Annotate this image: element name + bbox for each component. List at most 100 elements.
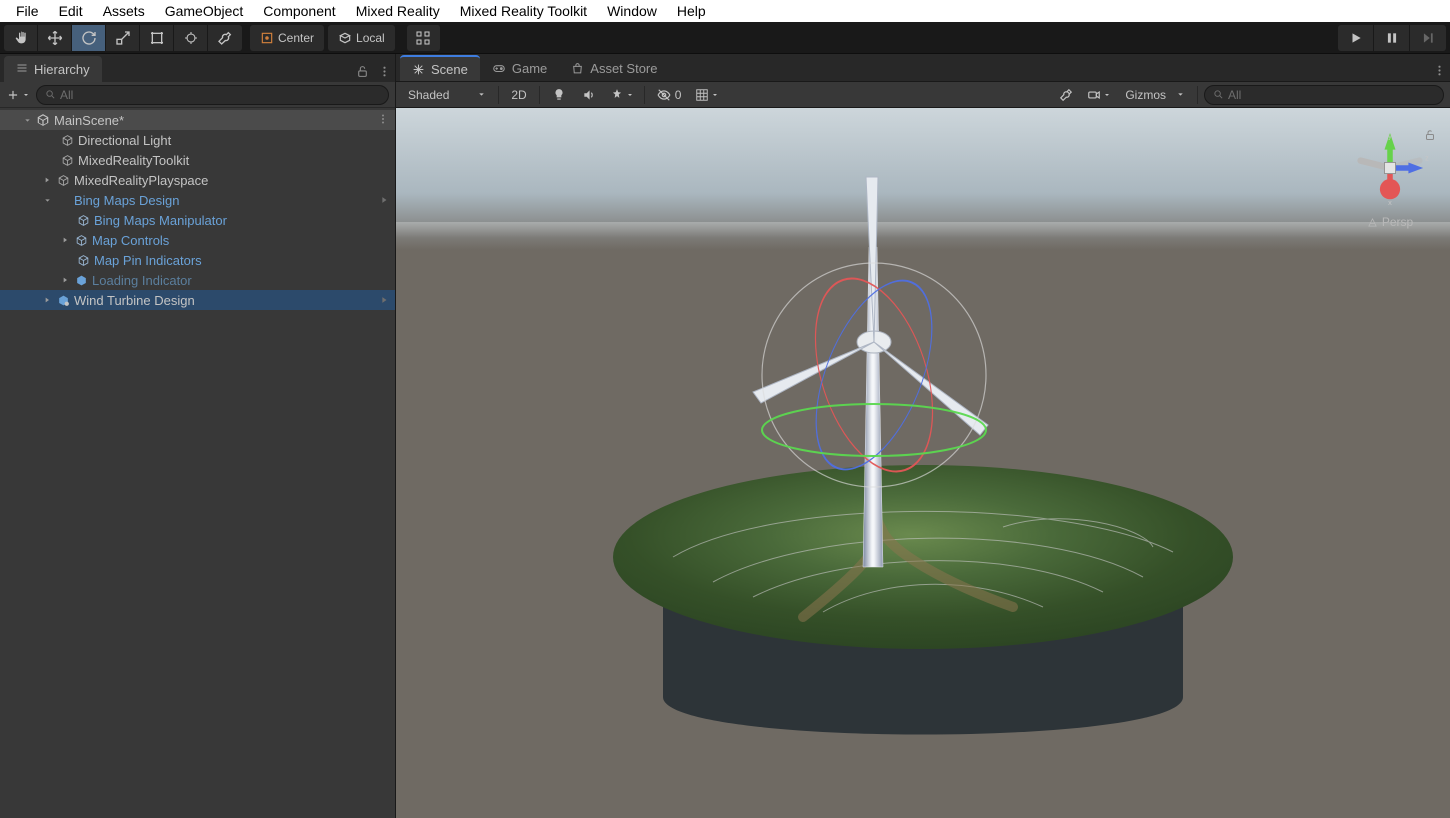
hierarchy-panel: Hierarchy All	[0, 54, 396, 818]
orientation-gizmo[interactable]: y z x Persp	[1344, 122, 1436, 229]
gizmos-label: Gizmos	[1125, 88, 1166, 102]
projection-toggle[interactable]: Persp	[1344, 215, 1436, 229]
menu-window[interactable]: Window	[597, 0, 667, 22]
rect-tool[interactable]	[140, 25, 174, 51]
tab-asset-store[interactable]: Asset Store	[559, 55, 669, 81]
hierarchy-item-wind-turbine[interactable]: Wind Turbine Design	[0, 290, 395, 310]
scene-view-panel: Scene Game Asset Store Shaded	[396, 54, 1450, 818]
hierarchy-item-map-pin-indicators[interactable]: Map Pin Indicators	[0, 250, 395, 270]
shading-mode-dropdown[interactable]: Shaded	[402, 84, 492, 106]
menu-help[interactable]: Help	[667, 0, 716, 22]
hierarchy-context[interactable]	[373, 60, 395, 82]
foldout-icon[interactable]	[58, 276, 72, 284]
hierarchy-lock[interactable]	[351, 60, 373, 82]
menu-mixed-reality[interactable]: Mixed Reality	[346, 0, 450, 22]
cube-icon	[74, 214, 92, 227]
scale-tool[interactable]	[106, 25, 140, 51]
persp-icon	[1367, 217, 1378, 228]
lock-open-icon	[356, 65, 369, 78]
hierarchy-tree: MainScene* Directional Light MixedRealit…	[0, 108, 395, 818]
rotate-icon	[81, 30, 97, 46]
cube-icon	[58, 154, 76, 167]
scene-row[interactable]: MainScene*	[0, 110, 395, 130]
wrench-icon	[217, 30, 233, 46]
grid-icon	[695, 88, 709, 102]
scene-toolbar: Shaded 2D 0 Gizmos	[396, 82, 1450, 108]
item-label: Wind Turbine Design	[72, 293, 195, 308]
search-icon	[45, 89, 56, 100]
tab-scene[interactable]: Scene	[400, 55, 480, 81]
scene-context[interactable]	[377, 113, 389, 128]
search-icon	[1213, 89, 1224, 100]
play-icon	[1349, 31, 1363, 45]
foldout-icon[interactable]	[58, 236, 72, 244]
scene-label: MainScene*	[52, 113, 124, 128]
pivot-toggle[interactable]: Center	[250, 25, 324, 51]
audio-icon	[582, 88, 596, 102]
menu-assets[interactable]: Assets	[93, 0, 155, 22]
camera-settings[interactable]	[1083, 84, 1115, 106]
hierarchy-item-bing-maps-manipulator[interactable]: Bing Maps Manipulator	[0, 210, 395, 230]
grid-snap-icon	[415, 30, 431, 46]
asset-store-icon	[571, 62, 584, 75]
hierarchy-item-mrtk[interactable]: MixedRealityToolkit	[0, 150, 395, 170]
handle-label: Local	[356, 31, 385, 45]
item-label: MixedRealityPlayspace	[72, 173, 208, 188]
hand-tool[interactable]	[4, 25, 38, 51]
menu-component[interactable]: Component	[253, 0, 345, 22]
hierarchy-tabbar: Hierarchy	[0, 54, 395, 82]
hierarchy-title: Hierarchy	[34, 62, 90, 77]
grid-toggle[interactable]	[691, 84, 723, 106]
tools-icon	[1059, 88, 1073, 102]
game-icon	[492, 61, 506, 75]
menu-gameobject[interactable]: GameObject	[155, 0, 254, 22]
play-button[interactable]	[1338, 25, 1374, 51]
menu-file[interactable]: File	[6, 0, 49, 22]
hierarchy-item-bing-maps-design[interactable]: Bing Maps Design	[0, 190, 395, 210]
create-object-button[interactable]	[6, 88, 30, 102]
hierarchy-tab[interactable]: Hierarchy	[4, 56, 102, 82]
foldout-icon[interactable]	[20, 116, 34, 125]
hidden-objects[interactable]: 0	[651, 84, 688, 106]
pause-button[interactable]	[1374, 25, 1410, 51]
scene-viewport[interactable]: y z x Persp	[396, 108, 1450, 818]
search-placeholder: All	[1228, 88, 1241, 102]
fx-toggle[interactable]	[606, 84, 638, 106]
hierarchy-item-loading-indicator[interactable]: Loading Indicator	[0, 270, 395, 290]
custom-tools[interactable]	[208, 25, 242, 51]
foldout-icon[interactable]	[40, 176, 54, 184]
prefab-open-icon[interactable]	[379, 293, 389, 308]
prefab-icon	[72, 274, 90, 287]
gizmos-dropdown[interactable]: Gizmos	[1119, 84, 1191, 106]
hierarchy-item-map-controls[interactable]: Map Controls	[0, 230, 395, 250]
toggle-2d[interactable]: 2D	[505, 84, 532, 106]
foldout-icon[interactable]	[40, 196, 54, 205]
prefab-variant-icon	[54, 294, 72, 307]
lighting-toggle[interactable]	[546, 84, 572, 106]
hierarchy-item-mr-playspace[interactable]: MixedRealityPlayspace	[0, 170, 395, 190]
step-button[interactable]	[1410, 25, 1446, 51]
tab-game[interactable]: Game	[480, 55, 559, 81]
chevron-down-icon	[1176, 90, 1185, 99]
snap-toggle[interactable]	[407, 25, 441, 51]
vertical-dots-icon	[378, 65, 391, 78]
tools-toggle[interactable]	[1053, 84, 1079, 106]
scene-context[interactable]	[1428, 59, 1450, 81]
handle-rotation-toggle[interactable]: Local	[328, 25, 395, 51]
move-tool[interactable]	[38, 25, 72, 51]
audio-toggle[interactable]	[576, 84, 602, 106]
transform-combo-icon	[183, 30, 199, 46]
foldout-icon[interactable]	[40, 296, 54, 304]
dropdown-caret-icon	[22, 91, 30, 99]
hierarchy-item-directional-light[interactable]: Directional Light	[0, 130, 395, 150]
scene-search[interactable]: All	[1204, 85, 1444, 105]
prefab-open-icon[interactable]	[379, 193, 389, 208]
hierarchy-search[interactable]: All	[36, 85, 389, 105]
menu-mixed-reality-toolkit[interactable]: Mixed Reality Toolkit	[450, 0, 597, 22]
menu-edit[interactable]: Edit	[49, 0, 93, 22]
rotate-tool[interactable]	[72, 25, 106, 51]
tab-label: Scene	[431, 62, 468, 77]
tab-label: Asset Store	[590, 61, 657, 76]
pivot-label: Center	[278, 31, 314, 45]
transform-tool[interactable]	[174, 25, 208, 51]
